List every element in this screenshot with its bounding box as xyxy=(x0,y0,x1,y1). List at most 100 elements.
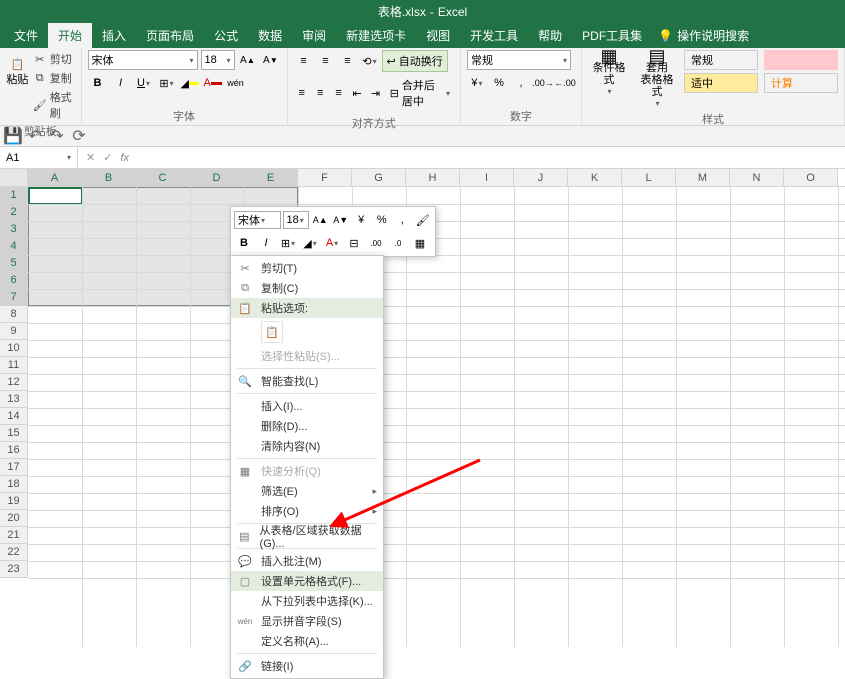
menu-insert[interactable]: 插入(I)... xyxy=(231,396,383,416)
column-header[interactable]: J xyxy=(514,169,568,186)
fx-icon[interactable]: fx xyxy=(120,152,129,164)
column-header[interactable]: G xyxy=(352,169,406,186)
menu-link[interactable]: 🔗链接(I) xyxy=(231,656,383,676)
fill-color-button[interactable]: ◢ xyxy=(180,73,200,93)
menu-filter[interactable]: 筛选(E)▸ xyxy=(231,481,383,501)
column-header[interactable]: A xyxy=(28,169,82,186)
column-header[interactable]: L xyxy=(622,169,676,186)
font-size-combo[interactable]: 18▾ xyxy=(201,50,235,70)
align-center-button[interactable]: ≡ xyxy=(312,83,328,103)
wrap-text-button[interactable]: ↩自动换行 xyxy=(382,50,448,72)
style-good[interactable]: 适中 xyxy=(684,73,758,93)
row-header[interactable]: 13 xyxy=(0,391,28,408)
mini-accounting[interactable]: ¥ xyxy=(352,210,371,230)
column-header[interactable]: F xyxy=(298,169,352,186)
tab-formulas[interactable]: 公式 xyxy=(204,23,248,48)
orientation-button[interactable]: ⟲▾ xyxy=(360,51,380,71)
menu-get-from-table[interactable]: ▤从表格/区域获取数据(G)... xyxy=(231,526,383,546)
menu-smart-lookup[interactable]: 🔍智能查找(L) xyxy=(231,371,383,391)
format-as-table-button[interactable]: ▤ 套用 表格格式▾ xyxy=(636,50,678,110)
cells-area[interactable] xyxy=(28,187,845,647)
row-header[interactable]: 14 xyxy=(0,408,28,425)
mini-decrease-font[interactable]: A▼ xyxy=(331,210,350,230)
row-header[interactable]: 10 xyxy=(0,340,28,357)
tab-dev[interactable]: 开发工具 xyxy=(460,23,528,48)
align-right-button[interactable]: ≡ xyxy=(330,83,346,103)
tab-pdf[interactable]: PDF工具集 xyxy=(572,23,652,48)
row-header[interactable]: 21 xyxy=(0,527,28,544)
row-header[interactable]: 4 xyxy=(0,238,28,255)
enter-icon[interactable]: ✓ xyxy=(103,151,112,164)
row-header[interactable]: 8 xyxy=(0,306,28,323)
phonetic-button[interactable]: wén xyxy=(226,73,246,93)
tell-me-search[interactable]: 💡 操作说明搜索 xyxy=(658,23,749,48)
save-icon[interactable]: 💾 xyxy=(6,129,20,143)
indent-decrease-button[interactable]: ⇤ xyxy=(349,83,365,103)
conditional-formatting-button[interactable]: ▦ 条件格式▾ xyxy=(588,50,630,98)
select-all-corner[interactable] xyxy=(0,169,28,186)
repeat-icon[interactable]: ⟳ xyxy=(72,129,86,143)
menu-define-name[interactable]: 定义名称(A)... xyxy=(231,631,383,651)
mini-size-combo[interactable]: 18▾ xyxy=(283,211,309,229)
align-top-button[interactable]: ≡ xyxy=(294,51,314,71)
bold-button[interactable]: B xyxy=(88,73,108,93)
tab-view[interactable]: 视图 xyxy=(416,23,460,48)
format-painter-button[interactable]: 🖌格式刷 xyxy=(31,88,75,122)
mini-cond-format[interactable]: ▦ xyxy=(410,233,430,253)
decrease-font-button[interactable]: A▼ xyxy=(261,50,281,70)
comma-button[interactable]: , xyxy=(511,73,531,93)
tab-data[interactable]: 数据 xyxy=(248,23,292,48)
menu-insert-comment[interactable]: 💬插入批注(M) xyxy=(231,551,383,571)
tab-pagelayout[interactable]: 页面布局 xyxy=(136,23,204,48)
menu-sort[interactable]: 排序(O)▸ xyxy=(231,501,383,521)
italic-button[interactable]: I xyxy=(111,73,131,93)
row-header[interactable]: 20 xyxy=(0,510,28,527)
cell-styles-gallery[interactable]: 常规 适中 xyxy=(684,50,758,93)
row-header[interactable]: 22 xyxy=(0,544,28,561)
tab-home[interactable]: 开始 xyxy=(48,23,92,48)
mini-font-color[interactable]: A▾ xyxy=(322,233,342,253)
mini-painter[interactable]: 🖌 xyxy=(413,210,432,230)
number-format-combo[interactable]: 常规▾ xyxy=(467,50,571,70)
align-bottom-button[interactable]: ≡ xyxy=(338,51,358,71)
column-header[interactable]: K xyxy=(568,169,622,186)
mini-border[interactable]: ⊞▾ xyxy=(278,233,298,253)
style-bad[interactable] xyxy=(764,50,838,70)
paste-button[interactable]: 📋 粘贴 xyxy=(6,50,29,94)
column-header[interactable]: E xyxy=(244,169,298,186)
tab-file[interactable]: 文件 xyxy=(4,23,48,48)
column-header[interactable]: H xyxy=(406,169,460,186)
mini-fill-color[interactable]: ◢▾ xyxy=(300,233,320,253)
tab-review[interactable]: 审阅 xyxy=(292,23,336,48)
copy-button[interactable]: ⧉复制 xyxy=(31,69,75,87)
mini-merge[interactable]: ⊟ xyxy=(344,233,364,253)
name-box[interactable]: A1 ▾ xyxy=(0,147,78,168)
menu-clear[interactable]: 清除内容(N) xyxy=(231,436,383,456)
mini-inc-decimal[interactable]: .00 xyxy=(366,233,386,253)
row-header[interactable]: 1 xyxy=(0,187,28,204)
column-header[interactable]: C xyxy=(136,169,190,186)
increase-decimal-button[interactable]: .00→ xyxy=(533,73,553,93)
style-calc[interactable]: 计算 xyxy=(764,73,838,93)
align-middle-button[interactable]: ≡ xyxy=(316,51,336,71)
menu-cut[interactable]: ✂剪切(T) xyxy=(231,258,383,278)
mini-comma[interactable]: , xyxy=(393,210,412,230)
menu-delete[interactable]: 删除(D)... xyxy=(231,416,383,436)
tab-help[interactable]: 帮助 xyxy=(528,23,572,48)
column-header[interactable]: B xyxy=(82,169,136,186)
tab-insert[interactable]: 插入 xyxy=(92,23,136,48)
row-header[interactable]: 2 xyxy=(0,204,28,221)
row-header[interactable]: 11 xyxy=(0,357,28,374)
column-header[interactable]: N xyxy=(730,169,784,186)
row-header[interactable]: 5 xyxy=(0,255,28,272)
row-header[interactable]: 15 xyxy=(0,425,28,442)
row-header[interactable]: 19 xyxy=(0,493,28,510)
mini-percent[interactable]: % xyxy=(372,210,391,230)
column-header[interactable]: O xyxy=(784,169,838,186)
row-header[interactable]: 7 xyxy=(0,289,28,306)
row-header[interactable]: 18 xyxy=(0,476,28,493)
border-button[interactable]: ⊞▾ xyxy=(157,73,177,93)
font-name-combo[interactable]: 宋体▾ xyxy=(88,50,198,70)
menu-pick-from-list[interactable]: 从下拉列表中选择(K)... xyxy=(231,591,383,611)
font-color-button[interactable]: A xyxy=(203,73,223,93)
